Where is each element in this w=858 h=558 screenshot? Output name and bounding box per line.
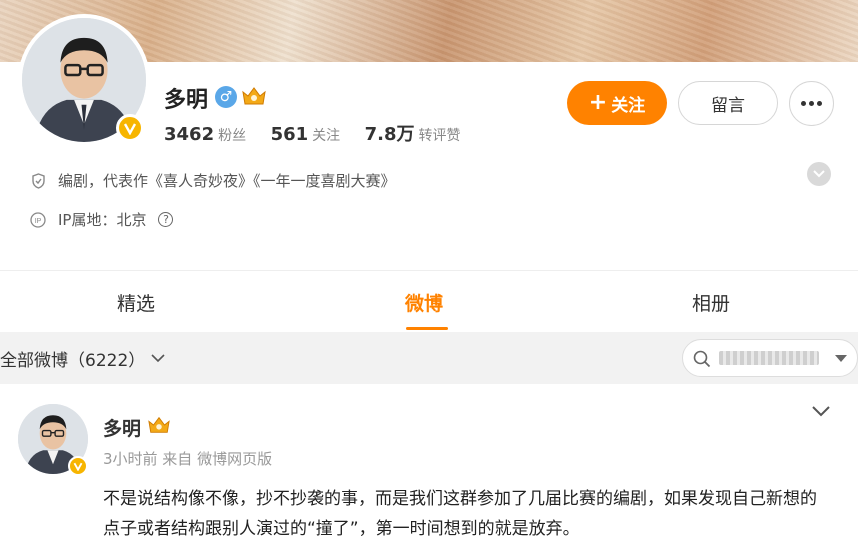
- ip-icon: IP: [30, 211, 46, 228]
- search-input[interactable]: [682, 339, 858, 377]
- message-button[interactable]: 留言: [678, 81, 778, 125]
- bio-row: 编剧，代表作《喜人奇妙夜》《一年一度喜剧大赛》: [30, 170, 396, 191]
- follow-button[interactable]: + 关注: [567, 81, 667, 125]
- search-icon: [693, 350, 711, 368]
- verified-icon: [116, 114, 144, 142]
- search-dropdown-caret[interactable]: [835, 355, 847, 362]
- profile-name: 多明: [164, 88, 209, 113]
- ip-row: IP IP属地：北京 ?: [30, 209, 174, 230]
- verified-icon: [68, 456, 88, 476]
- vip-crown-icon[interactable]: [241, 84, 267, 108]
- tab-weibo[interactable]: 微博: [405, 289, 443, 316]
- vip-crown-icon[interactable]: [147, 414, 171, 436]
- bio-text: 编剧，代表作《喜人奇妙夜》《一年一度喜剧大赛》: [58, 172, 396, 190]
- help-icon[interactable]: ?: [158, 212, 174, 227]
- post-meta[interactable]: 3小时前 来自 微博网页版: [103, 448, 272, 469]
- svg-text:IP: IP: [35, 218, 42, 225]
- post-text: 不是说结构像不像，抄不抄袭的事，而是我们这群参加了几届比赛的编剧，如果发现自己新…: [103, 489, 817, 539]
- search-placeholder: [719, 351, 819, 365]
- stat-following[interactable]: 561 关注: [271, 124, 341, 145]
- more-icon[interactable]: [789, 81, 834, 126]
- plus-icon: +: [588, 90, 608, 115]
- profile-stats: 3462 粉丝 561 关注 7.8万 转评赞: [164, 120, 480, 146]
- ip-location: IP属地：北京: [58, 211, 147, 229]
- stat-interactions: 7.8万 转评赞: [364, 124, 461, 145]
- profile-tabs: 精选 微博 相册: [0, 270, 858, 332]
- tab-featured[interactable]: 精选: [117, 289, 155, 316]
- tab-album[interactable]: 相册: [692, 289, 730, 316]
- chevron-down-icon[interactable]: [812, 402, 830, 421]
- chevron-down-icon[interactable]: [807, 162, 831, 186]
- filter-bar: 全部微博（6222）: [0, 332, 858, 384]
- male-icon: ♂: [215, 86, 237, 108]
- active-tab-indicator: [406, 327, 448, 330]
- stat-followers[interactable]: 3462 粉丝: [164, 124, 246, 145]
- chevron-down-icon: [151, 354, 165, 363]
- shield-icon: [30, 172, 46, 189]
- post-author-name[interactable]: 多明: [103, 414, 141, 441]
- post-filter-dropdown[interactable]: 全部微博（6222）: [0, 346, 165, 371]
